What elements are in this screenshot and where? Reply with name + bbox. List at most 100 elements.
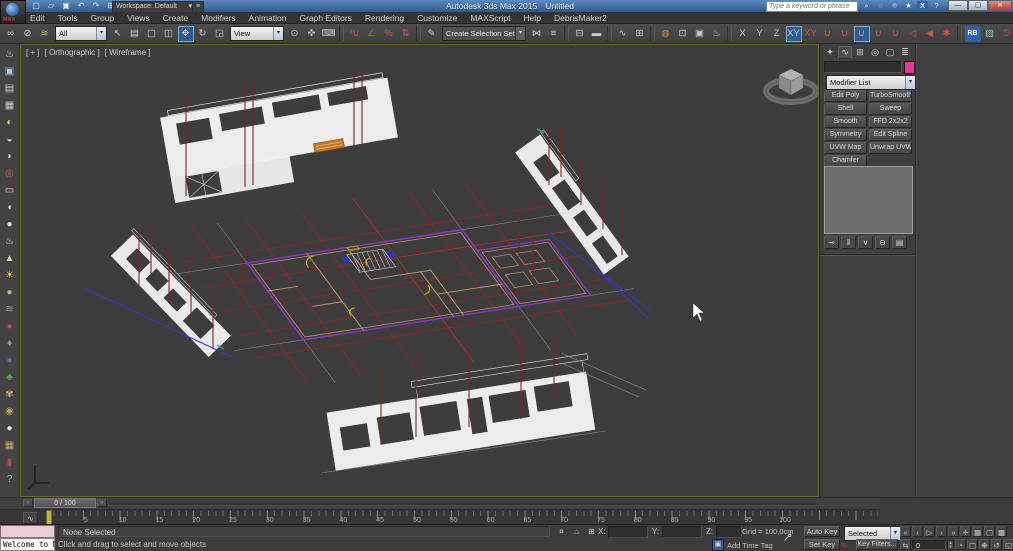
modifier-stack-list[interactable] [824, 166, 913, 234]
communication-center-icon[interactable]: ⌾ [889, 1, 900, 11]
new-scene-icon[interactable]: ▢ [30, 1, 42, 11]
help-icon[interactable]: ? [931, 1, 942, 11]
unlink-selection-icon[interactable]: ⊘ [20, 26, 36, 42]
infocenter-search-icon[interactable]: ⌕ [861, 1, 872, 11]
maxscript-listener-field[interactable]: Welcome to M [0, 538, 55, 551]
edit-spline[interactable]: Edit Spline [869, 129, 912, 141]
minimize-button[interactable]: — [948, 0, 968, 11]
bind-to-space-warp-icon[interactable]: ≋ [37, 26, 53, 42]
viewport-view-label[interactable]: [ Orthographic ] [45, 48, 100, 57]
material-editor-icon[interactable]: ◍ [658, 26, 674, 42]
ripple-icon[interactable]: ≋ [2, 302, 18, 317]
macro-recorder-field[interactable] [0, 525, 55, 538]
x-coordinate-field[interactable] [608, 526, 648, 538]
constrain-xy-plane-button[interactable]: XY [786, 26, 802, 42]
orbit-icon[interactable]: ↺ [991, 539, 1002, 550]
maxscript[interactable]: MAXScript [470, 13, 510, 23]
undo-icon[interactable]: ↶ [75, 1, 87, 11]
make-unique-button[interactable]: ∨ [858, 236, 873, 249]
auto-key-button[interactable]: Auto Key [804, 526, 840, 537]
create[interactable]: Create [163, 13, 189, 23]
align-icon[interactable]: ≡ [546, 26, 562, 42]
building-blocks-icon[interactable]: ▦ [2, 438, 18, 453]
select-and-scale-icon[interactable]: ◲ [212, 26, 228, 42]
previous-frame-arrow[interactable]: ‹ [23, 499, 33, 507]
sign-in-icon[interactable]: ◌ [875, 1, 886, 11]
zoom-icon[interactable]: ✛ [960, 526, 971, 537]
creature-icon[interactable]: ✾ [2, 387, 18, 402]
teapot-primitive-icon[interactable]: ♨ [2, 234, 18, 249]
door-icon[interactable]: ▮ [2, 455, 18, 470]
target-tool-icon[interactable]: ◎ [2, 166, 18, 181]
exchange-apps-icon[interactable]: X [917, 1, 928, 11]
select-and-move-icon[interactable]: ✥ [178, 26, 194, 42]
edit-named-selection-sets-icon[interactable]: ✎ [424, 26, 440, 42]
snap-grid-points-icon[interactable]: ∪ [820, 26, 836, 42]
select-and-link-icon[interactable]: ∞ [3, 26, 19, 42]
railclone-icon[interactable]: RB [965, 26, 981, 42]
constrain-y-button[interactable]: Y [752, 26, 768, 42]
marble-sphere-icon[interactable]: ● [2, 421, 18, 436]
curve-editor-icon[interactable]: ∿ [615, 26, 631, 42]
graph-editors[interactable]: Graph Editors [299, 13, 351, 23]
red-sphere-icon[interactable]: ● [2, 319, 18, 334]
create-tab[interactable]: ✦ [823, 46, 837, 59]
rendering[interactable]: Rendering [365, 13, 404, 23]
sphere-primitive-icon[interactable]: ● [2, 217, 18, 232]
separator[interactable] [957, 26, 962, 41]
remove-modifier-button[interactable]: ⊝ [875, 236, 890, 249]
separator[interactable] [339, 26, 344, 41]
open-file-icon[interactable]: ▱ [45, 1, 57, 11]
object-color-swatch[interactable] [904, 61, 915, 74]
snap-face-icon[interactable]: ◀ [922, 26, 938, 42]
mirror-icon[interactable]: ⋈ [529, 26, 545, 42]
viewport-menu-plus[interactable]: [ + ] [26, 48, 40, 57]
snap-frozen-icon[interactable]: ✱ [939, 26, 955, 42]
separator[interactable] [727, 26, 732, 41]
save-file-icon[interactable]: ▣ [60, 1, 72, 11]
render-production-icon[interactable]: ♨ [709, 26, 725, 42]
select-by-name-icon[interactable]: ▤ [127, 26, 143, 42]
dome-light-icon[interactable]: ◗ [2, 149, 18, 164]
cone-primitive-icon[interactable]: ▲ [2, 251, 18, 266]
named-selection-sets-dropdown[interactable]: Create Selection Set▾ [442, 26, 526, 41]
snap-endpoint-icon[interactable]: ∪ [871, 26, 887, 42]
render-setup-icon[interactable]: ▤ [2, 81, 18, 96]
show-end-result-button[interactable]: ‖ [841, 236, 856, 249]
select-and-manipulate-icon[interactable]: ✜ [304, 26, 320, 42]
manage-layers-icon[interactable]: ⊟ [572, 26, 588, 42]
add-time-tag[interactable]: ▣ Add Time Tag [712, 539, 773, 551]
previous-frame-button[interactable]: ‹ [912, 526, 923, 537]
rendered-frame-window-icon[interactable]: ▣ [692, 26, 708, 42]
reference-coordinate-dropdown[interactable]: View▾ [230, 26, 284, 41]
graphite-ribbon-toggle-icon[interactable]: ▬ [589, 26, 605, 42]
angle-snap-icon[interactable]: ∠ [364, 26, 380, 42]
separator[interactable] [416, 26, 421, 41]
rendered-frame-icon[interactable]: ▣ [2, 64, 18, 79]
edit[interactable]: Edit [30, 13, 45, 23]
separator[interactable] [564, 26, 569, 41]
pan-view-icon[interactable]: ✥ [979, 539, 990, 550]
window-crossing-icon[interactable]: ◫ [161, 26, 177, 42]
rectangular-selection-region-icon[interactable]: ▢ [144, 26, 160, 42]
viewcube[interactable] [766, 69, 816, 102]
constrain-z-button[interactable]: Z [769, 26, 785, 42]
status-pin-icon[interactable]: ¤ [556, 526, 567, 537]
set-key-button[interactable]: Set Key [804, 539, 840, 550]
modifiers[interactable]: Modifiers [201, 13, 235, 23]
selection-filter-dropdown[interactable]: All▾ [55, 26, 107, 41]
hierarchy-tab[interactable]: ⊞ [853, 46, 867, 59]
y-coordinate-field[interactable] [662, 526, 702, 538]
time-configuration-icon[interactable]: ◔ [955, 539, 966, 550]
zoom-extents-all-icon[interactable]: ▩ [996, 526, 1007, 537]
select-object-icon[interactable]: ↖ [110, 26, 126, 42]
smooth[interactable]: Smooth [824, 116, 867, 128]
table-grid-icon[interactable]: ▦ [2, 98, 18, 113]
sunlight-icon[interactable]: ☀ [2, 268, 18, 283]
turbosmooth[interactable]: TurboSmooth [869, 90, 912, 102]
viewport[interactable]: [ + ] [ Orthographic ] [ Wireframe ] [20, 44, 819, 497]
default-in-out-tangents-icon[interactable]: ∿ [840, 540, 848, 551]
shell[interactable]: Shell [824, 103, 867, 115]
key-filters-button[interactable]: Key Filters... [856, 539, 898, 550]
key-mode-toggle[interactable]: ⇆ [900, 539, 911, 550]
